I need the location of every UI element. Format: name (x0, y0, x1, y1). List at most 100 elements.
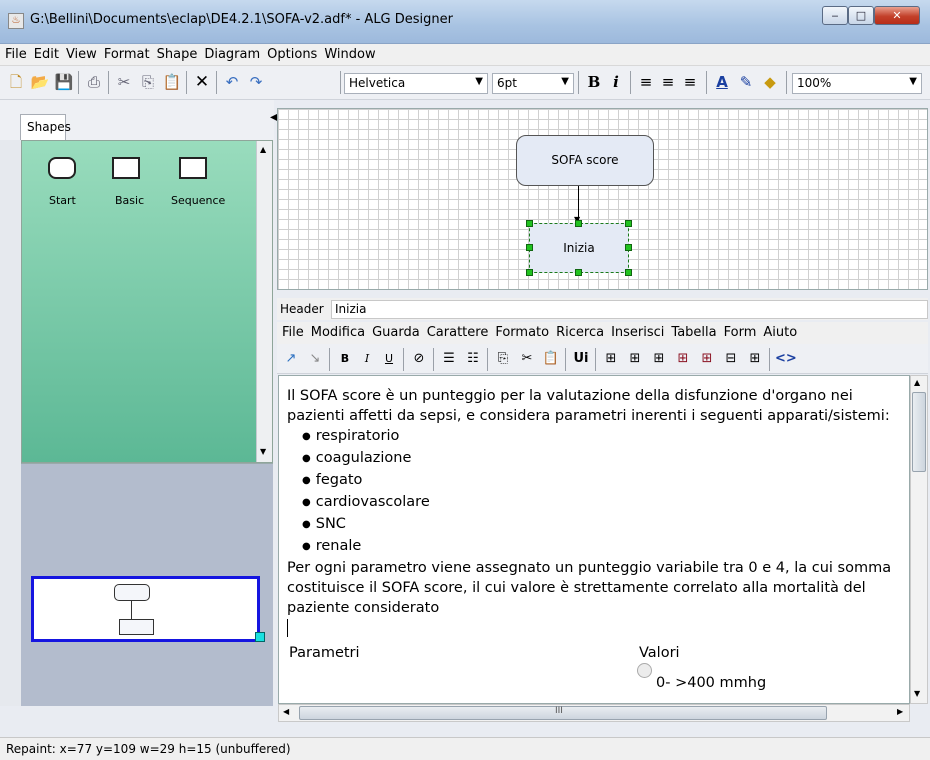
emenu-aiuto[interactable]: Aiuto (758, 322, 799, 340)
emenu-inserisci[interactable]: Inserisci (606, 322, 666, 340)
maximize-button[interactable]: □ (848, 6, 874, 25)
resize-handle[interactable] (526, 269, 533, 276)
align-center-icon[interactable]: ≡ (658, 72, 678, 92)
menu-view[interactable]: View (61, 44, 99, 62)
radio-button[interactable] (637, 663, 652, 678)
editor-paste-icon[interactable]: 📋 (541, 349, 561, 369)
zoom-select[interactable]: 100% ▼ (792, 73, 922, 94)
link-icon[interactable]: ⊘ (409, 349, 429, 369)
save-icon[interactable]: 💾 (54, 72, 74, 92)
paste-icon[interactable]: 📋 (162, 72, 182, 92)
table-insert-icon[interactable]: ⊞ (601, 349, 621, 369)
header-input[interactable]: Inizia (331, 300, 928, 319)
table-col-icon[interactable]: ⊞ (649, 349, 669, 369)
menu-options[interactable]: Options (262, 44, 319, 62)
overview-viewport[interactable] (31, 576, 265, 642)
table-delete-col-icon[interactable]: ⊞ (697, 349, 717, 369)
menu-diagram[interactable]: Diagram (199, 44, 262, 62)
line-color-icon[interactable]: ✎ (736, 72, 756, 92)
java-app-icon[interactable]: ♨ (8, 13, 24, 29)
palette-tabbar: Shapes (0, 100, 274, 140)
emenu-guarda[interactable]: Guarda (367, 322, 422, 340)
font-size-select[interactable]: 6pt ▼ (492, 73, 574, 94)
undo-icon[interactable]: ↶ (222, 72, 242, 92)
font-color-icon[interactable]: A (712, 72, 732, 92)
diagram-canvas[interactable]: SOFA score ▼ Inizia (277, 108, 928, 290)
emenu-modifica[interactable]: Modifica (306, 322, 367, 340)
rich-text-editor[interactable]: Il SOFA score è un punteggio per la valu… (278, 375, 910, 704)
menu-file[interactable]: File (0, 44, 29, 62)
italic-button[interactable]: i (606, 72, 626, 92)
copy-icon[interactable]: ⎘ (138, 72, 158, 92)
list-item: coagulazione (302, 448, 901, 470)
editor-copy-icon[interactable]: ⎘ (493, 349, 513, 369)
close-button[interactable]: ✕ (874, 6, 920, 25)
fill-color-icon[interactable]: ◆ (760, 72, 780, 92)
node-sofa-score[interactable]: SOFA score (516, 135, 654, 186)
preview-icon[interactable]: ↘ (305, 349, 325, 369)
window-title: G:\Bellini\Documents\eclap\DE4.2.1\SOFA-… (30, 12, 453, 27)
scroll-down-icon[interactable]: ▼ (260, 447, 266, 456)
menu-shape[interactable]: Shape (152, 44, 200, 62)
table-row-icon[interactable]: ⊞ (625, 349, 645, 369)
editor-cut-icon[interactable]: ✂ (517, 349, 537, 369)
bullet-list-icon[interactable]: ☰ (439, 349, 459, 369)
resize-handle[interactable] (575, 220, 582, 227)
resize-handle[interactable] (625, 244, 632, 251)
scroll-thumb[interactable] (912, 392, 926, 472)
table-delete-row-icon[interactable]: ⊞ (673, 349, 693, 369)
table-cell-icon[interactable]: ⊞ (745, 349, 765, 369)
unicode-icon[interactable]: Ui (571, 349, 591, 369)
editor-italic-icon[interactable]: I (357, 349, 377, 369)
editor-underline-icon[interactable]: U (379, 349, 399, 369)
resize-handle[interactable] (526, 244, 533, 251)
scroll-down-icon[interactable]: ▼ (914, 689, 920, 698)
palette-scrollbar[interactable]: ▲ ▼ (256, 141, 272, 462)
emenu-tabella[interactable]: Tabella (666, 322, 718, 340)
minimize-button[interactable]: ‒ (822, 6, 848, 25)
overview-resize-handle[interactable] (255, 632, 265, 642)
scroll-left-icon[interactable]: ◀ (283, 707, 289, 716)
menu-window[interactable]: Window (319, 44, 377, 62)
sequence-shape-icon[interactable] (179, 157, 207, 179)
menu-edit[interactable]: Edit (29, 44, 61, 62)
editor-toolbar: ↗ ↘ B I U ⊘ ☰ ☷ ⎘ ✂ 📋 Ui ⊞ ⊞ ⊞ ⊞ ⊞ ⊟ ⊞ <… (277, 344, 928, 374)
resize-handle[interactable] (625, 269, 632, 276)
tab-shapes[interactable]: Shapes (20, 114, 71, 140)
edit-html-icon[interactable]: ↗ (281, 349, 301, 369)
new-file-icon[interactable]: 🗋 (6, 72, 26, 92)
start-shape-icon[interactable] (48, 157, 76, 179)
status-bar: Repaint: x=77 y=109 w=29 h=15 (unbuffere… (0, 737, 930, 760)
editor-horizontal-scrollbar[interactable]: ◀ III ▶ (278, 704, 910, 722)
table-props-icon[interactable]: ⊟ (721, 349, 741, 369)
overview-panel (21, 463, 273, 706)
open-folder-icon[interactable]: 📂 (30, 72, 50, 92)
scroll-up-icon[interactable]: ▲ (914, 378, 920, 387)
align-right-icon[interactable]: ≡ (680, 72, 700, 92)
scroll-up-icon[interactable]: ▲ (260, 145, 266, 154)
editor-vertical-scrollbar[interactable]: ▲ ▼ (910, 375, 928, 704)
source-code-icon[interactable]: <> (775, 349, 797, 369)
resize-handle[interactable] (625, 220, 632, 227)
font-family-select[interactable]: Helvetica ▼ (344, 73, 488, 94)
emenu-file[interactable]: File (277, 322, 306, 340)
emenu-ricerca[interactable]: Ricerca (551, 322, 606, 340)
scroll-thumb[interactable]: III (299, 706, 827, 720)
emenu-formato[interactable]: Formato (490, 322, 551, 340)
scroll-right-icon[interactable]: ▶ (897, 707, 903, 716)
cut-icon[interactable]: ✂ (114, 72, 134, 92)
resize-handle[interactable] (526, 220, 533, 227)
bold-button[interactable]: B (584, 72, 604, 92)
redo-icon[interactable]: ↷ (246, 72, 266, 92)
node-inizia[interactable]: Inizia (529, 223, 629, 273)
delete-icon[interactable]: ✕ (192, 72, 212, 92)
basic-shape-icon[interactable] (112, 157, 140, 179)
resize-handle[interactable] (575, 269, 582, 276)
emenu-carattere[interactable]: Carattere (422, 322, 491, 340)
menu-format[interactable]: Format (99, 44, 152, 62)
editor-bold-icon[interactable]: B (335, 349, 355, 369)
emenu-form[interactable]: Form (719, 322, 759, 340)
numbered-list-icon[interactable]: ☷ (463, 349, 483, 369)
print-icon[interactable]: ⎙ (84, 72, 104, 92)
align-left-icon[interactable]: ≡ (636, 72, 656, 92)
